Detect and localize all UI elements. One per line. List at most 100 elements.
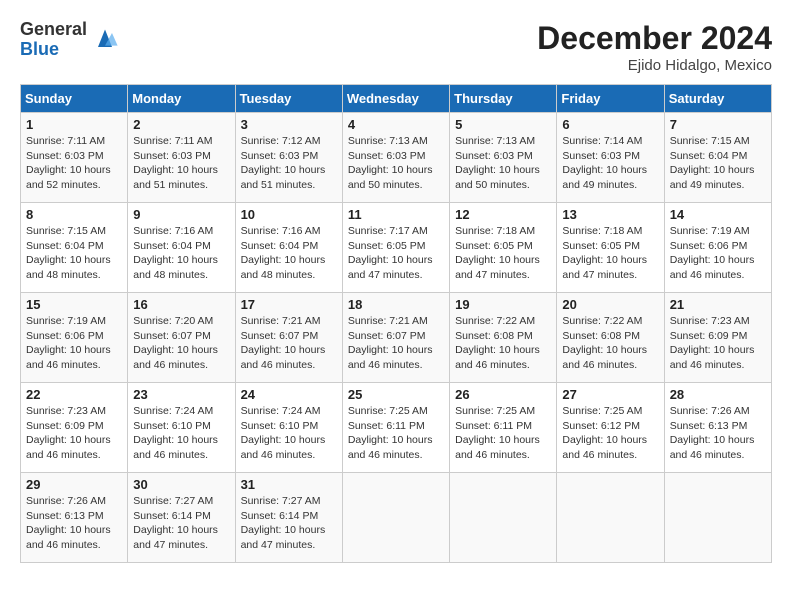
day-number: 3 xyxy=(241,117,337,132)
day-number: 29 xyxy=(26,477,122,492)
calendar-day-cell: 8 Sunrise: 7:15 AMSunset: 6:04 PMDayligh… xyxy=(21,203,128,293)
day-number: 1 xyxy=(26,117,122,132)
logo: General Blue xyxy=(20,20,119,60)
calendar-day-cell: 29 Sunrise: 7:26 AMSunset: 6:13 PMDaylig… xyxy=(21,473,128,563)
day-info: Sunrise: 7:11 AMSunset: 6:03 PMDaylight:… xyxy=(26,135,111,191)
calendar-day-cell: 25 Sunrise: 7:25 AMSunset: 6:11 PMDaylig… xyxy=(342,383,449,473)
day-info: Sunrise: 7:17 AMSunset: 6:05 PMDaylight:… xyxy=(348,225,433,281)
calendar-day-cell: 28 Sunrise: 7:26 AMSunset: 6:13 PMDaylig… xyxy=(664,383,771,473)
day-info: Sunrise: 7:26 AMSunset: 6:13 PMDaylight:… xyxy=(670,405,755,461)
title-block: December 2024 Ejido Hidalgo, Mexico xyxy=(537,20,772,74)
day-number: 8 xyxy=(26,207,122,222)
day-number: 10 xyxy=(241,207,337,222)
calendar-day-cell: 9 Sunrise: 7:16 AMSunset: 6:04 PMDayligh… xyxy=(128,203,235,293)
day-number: 7 xyxy=(670,117,766,132)
calendar-week-row: 29 Sunrise: 7:26 AMSunset: 6:13 PMDaylig… xyxy=(21,473,772,563)
weekday-header: Friday xyxy=(557,85,664,113)
day-info: Sunrise: 7:23 AMSunset: 6:09 PMDaylight:… xyxy=(670,315,755,371)
day-info: Sunrise: 7:11 AMSunset: 6:03 PMDaylight:… xyxy=(133,135,218,191)
day-number: 27 xyxy=(562,387,658,402)
weekday-header: Thursday xyxy=(450,85,557,113)
calendar-day-cell: 13 Sunrise: 7:18 AMSunset: 6:05 PMDaylig… xyxy=(557,203,664,293)
day-info: Sunrise: 7:15 AMSunset: 6:04 PMDaylight:… xyxy=(26,225,111,281)
day-info: Sunrise: 7:12 AMSunset: 6:03 PMDaylight:… xyxy=(241,135,326,191)
calendar-day-cell xyxy=(664,473,771,563)
calendar-day-cell: 19 Sunrise: 7:22 AMSunset: 6:08 PMDaylig… xyxy=(450,293,557,383)
calendar-day-cell: 2 Sunrise: 7:11 AMSunset: 6:03 PMDayligh… xyxy=(128,113,235,203)
day-number: 2 xyxy=(133,117,229,132)
calendar-day-cell: 7 Sunrise: 7:15 AMSunset: 6:04 PMDayligh… xyxy=(664,113,771,203)
day-info: Sunrise: 7:13 AMSunset: 6:03 PMDaylight:… xyxy=(455,135,540,191)
day-number: 5 xyxy=(455,117,551,132)
calendar-day-cell: 22 Sunrise: 7:23 AMSunset: 6:09 PMDaylig… xyxy=(21,383,128,473)
location-title: Ejido Hidalgo, Mexico xyxy=(537,57,772,74)
day-info: Sunrise: 7:14 AMSunset: 6:03 PMDaylight:… xyxy=(562,135,647,191)
calendar-week-row: 8 Sunrise: 7:15 AMSunset: 6:04 PMDayligh… xyxy=(21,203,772,293)
day-number: 30 xyxy=(133,477,229,492)
calendar-header-row: SundayMondayTuesdayWednesdayThursdayFrid… xyxy=(21,85,772,113)
day-number: 22 xyxy=(26,387,122,402)
weekday-header: Sunday xyxy=(21,85,128,113)
day-info: Sunrise: 7:27 AMSunset: 6:14 PMDaylight:… xyxy=(133,495,218,551)
calendar-day-cell: 30 Sunrise: 7:27 AMSunset: 6:14 PMDaylig… xyxy=(128,473,235,563)
day-number: 12 xyxy=(455,207,551,222)
day-number: 13 xyxy=(562,207,658,222)
calendar-day-cell: 18 Sunrise: 7:21 AMSunset: 6:07 PMDaylig… xyxy=(342,293,449,383)
weekday-header: Monday xyxy=(128,85,235,113)
calendar-day-cell: 6 Sunrise: 7:14 AMSunset: 6:03 PMDayligh… xyxy=(557,113,664,203)
calendar-day-cell xyxy=(342,473,449,563)
day-number: 26 xyxy=(455,387,551,402)
weekday-header: Wednesday xyxy=(342,85,449,113)
day-number: 6 xyxy=(562,117,658,132)
weekday-header: Saturday xyxy=(664,85,771,113)
day-info: Sunrise: 7:22 AMSunset: 6:08 PMDaylight:… xyxy=(455,315,540,371)
calendar-table: SundayMondayTuesdayWednesdayThursdayFrid… xyxy=(20,84,772,563)
day-number: 17 xyxy=(241,297,337,312)
day-number: 25 xyxy=(348,387,444,402)
day-info: Sunrise: 7:20 AMSunset: 6:07 PMDaylight:… xyxy=(133,315,218,371)
calendar-day-cell: 24 Sunrise: 7:24 AMSunset: 6:10 PMDaylig… xyxy=(235,383,342,473)
calendar-day-cell: 14 Sunrise: 7:19 AMSunset: 6:06 PMDaylig… xyxy=(664,203,771,293)
day-info: Sunrise: 7:13 AMSunset: 6:03 PMDaylight:… xyxy=(348,135,433,191)
weekday-header: Tuesday xyxy=(235,85,342,113)
logo-general: General xyxy=(20,20,87,40)
calendar-day-cell: 27 Sunrise: 7:25 AMSunset: 6:12 PMDaylig… xyxy=(557,383,664,473)
calendar-week-row: 22 Sunrise: 7:23 AMSunset: 6:09 PMDaylig… xyxy=(21,383,772,473)
day-number: 9 xyxy=(133,207,229,222)
day-number: 11 xyxy=(348,207,444,222)
calendar-day-cell: 16 Sunrise: 7:20 AMSunset: 6:07 PMDaylig… xyxy=(128,293,235,383)
day-number: 18 xyxy=(348,297,444,312)
day-number: 24 xyxy=(241,387,337,402)
day-number: 16 xyxy=(133,297,229,312)
day-info: Sunrise: 7:18 AMSunset: 6:05 PMDaylight:… xyxy=(562,225,647,281)
day-info: Sunrise: 7:15 AMSunset: 6:04 PMDaylight:… xyxy=(670,135,755,191)
calendar-day-cell: 10 Sunrise: 7:16 AMSunset: 6:04 PMDaylig… xyxy=(235,203,342,293)
calendar-day-cell: 5 Sunrise: 7:13 AMSunset: 6:03 PMDayligh… xyxy=(450,113,557,203)
day-info: Sunrise: 7:16 AMSunset: 6:04 PMDaylight:… xyxy=(241,225,326,281)
calendar-day-cell: 20 Sunrise: 7:22 AMSunset: 6:08 PMDaylig… xyxy=(557,293,664,383)
calendar-day-cell xyxy=(450,473,557,563)
day-info: Sunrise: 7:19 AMSunset: 6:06 PMDaylight:… xyxy=(26,315,111,371)
day-info: Sunrise: 7:25 AMSunset: 6:12 PMDaylight:… xyxy=(562,405,647,461)
day-info: Sunrise: 7:16 AMSunset: 6:04 PMDaylight:… xyxy=(133,225,218,281)
calendar-day-cell: 15 Sunrise: 7:19 AMSunset: 6:06 PMDaylig… xyxy=(21,293,128,383)
day-info: Sunrise: 7:25 AMSunset: 6:11 PMDaylight:… xyxy=(348,405,433,461)
calendar-day-cell: 3 Sunrise: 7:12 AMSunset: 6:03 PMDayligh… xyxy=(235,113,342,203)
day-number: 20 xyxy=(562,297,658,312)
day-number: 4 xyxy=(348,117,444,132)
calendar-day-cell: 23 Sunrise: 7:24 AMSunset: 6:10 PMDaylig… xyxy=(128,383,235,473)
day-number: 15 xyxy=(26,297,122,312)
day-info: Sunrise: 7:21 AMSunset: 6:07 PMDaylight:… xyxy=(348,315,433,371)
calendar-day-cell: 1 Sunrise: 7:11 AMSunset: 6:03 PMDayligh… xyxy=(21,113,128,203)
calendar-day-cell: 11 Sunrise: 7:17 AMSunset: 6:05 PMDaylig… xyxy=(342,203,449,293)
day-number: 19 xyxy=(455,297,551,312)
page-header: General Blue December 2024 Ejido Hidalgo… xyxy=(20,20,772,74)
calendar-day-cell: 21 Sunrise: 7:23 AMSunset: 6:09 PMDaylig… xyxy=(664,293,771,383)
month-title: December 2024 xyxy=(537,20,772,57)
calendar-week-row: 15 Sunrise: 7:19 AMSunset: 6:06 PMDaylig… xyxy=(21,293,772,383)
calendar-week-row: 1 Sunrise: 7:11 AMSunset: 6:03 PMDayligh… xyxy=(21,113,772,203)
day-number: 28 xyxy=(670,387,766,402)
logo-blue: Blue xyxy=(20,40,87,60)
calendar-day-cell xyxy=(557,473,664,563)
day-number: 21 xyxy=(670,297,766,312)
